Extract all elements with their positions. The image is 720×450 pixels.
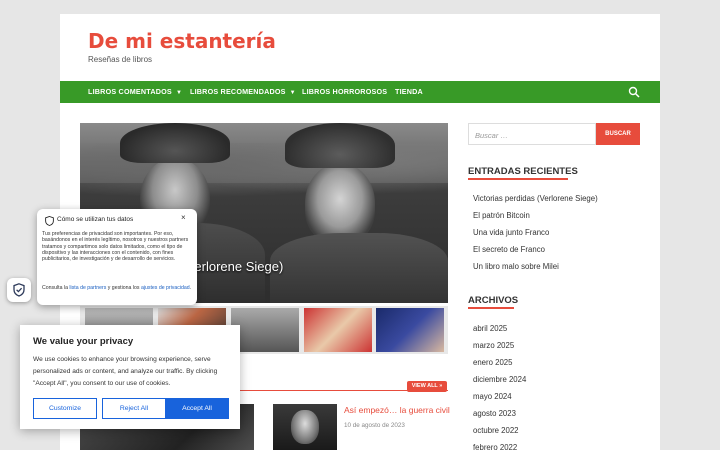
accept-all-button[interactable]: Accept All — [165, 398, 229, 419]
chevron-down-icon: ▼ — [175, 90, 183, 96]
nav-item-libros-horrorosos[interactable]: LIBROS HORROROSOS — [302, 81, 387, 103]
privacy-info-popup: Cómo se utilizan tus datos × Tus prefere… — [37, 209, 197, 305]
sidebar-search-input[interactable]: Buscar … — [468, 123, 596, 145]
privacy-popup-body: Tus preferencias de privacidad son impor… — [42, 231, 189, 263]
archive-item[interactable]: abril 2025 — [473, 320, 526, 337]
hero-uniform-right — [270, 233, 448, 303]
privacy-popup-consult: Consulta la lista de partners y gestiona… — [42, 285, 192, 291]
site-description: Reseñas de libros — [88, 55, 153, 64]
thumbnail-3[interactable] — [231, 308, 299, 352]
recent-post-item[interactable]: Una vida junto Franco — [473, 224, 598, 241]
archive-item[interactable]: marzo 2025 — [473, 337, 526, 354]
nav-item-label: LIBROS COMENTADOS — [88, 87, 172, 96]
archive-item[interactable]: enero 2025 — [473, 354, 526, 371]
post-date: 10 de agosto de 2023 — [344, 422, 405, 429]
recent-post-item[interactable]: Victorias perdidas (Verlorene Siege) — [473, 190, 598, 207]
shield-icon — [45, 216, 54, 226]
consult-text: Consulta la — [42, 285, 70, 291]
thumbnail-4[interactable] — [304, 308, 372, 352]
privacy-settings-link[interactable]: ajustes de privacidad — [141, 285, 190, 291]
archives-list: abril 2025 marzo 2025 enero 2025 diciemb… — [473, 320, 526, 450]
recent-posts-list: Victorias perdidas (Verlorene Siege) El … — [473, 190, 598, 275]
recent-posts-title: ENTRADAS RECIENTES — [468, 166, 578, 177]
main-navigation: LIBROS COMENTADOS ▼ LIBROS RECOMENDADOS ▼ … — [60, 81, 660, 103]
customize-button[interactable]: Customize — [33, 398, 97, 419]
reject-all-button[interactable]: Reject All — [102, 398, 166, 419]
archives-underline — [468, 307, 514, 309]
archive-item[interactable]: octubre 2022 — [473, 422, 526, 439]
post-image-thumb[interactable] — [273, 404, 337, 450]
nav-item-label: LIBROS HORROROSOS — [302, 87, 388, 96]
archive-item[interactable]: mayo 2024 — [473, 388, 526, 405]
consult-text: . — [189, 285, 192, 291]
partners-list-link[interactable]: lista de partners — [69, 285, 106, 291]
post-title[interactable]: Así empezó… la guerra civil — [344, 405, 450, 415]
post-image-portrait — [291, 410, 319, 444]
close-icon[interactable]: × — [181, 213, 186, 222]
archive-item[interactable]: febrero 2022 — [473, 439, 526, 450]
shield-check-icon — [13, 283, 25, 297]
hero-figure-right — [305, 163, 375, 243]
nav-item-libros-recomendados[interactable]: LIBROS RECOMENDADOS ▼ — [190, 81, 296, 103]
cookie-banner-title: We value your privacy — [33, 336, 134, 347]
thumbnail-5[interactable] — [376, 308, 444, 352]
sidebar-search-button[interactable]: BUSCAR — [596, 123, 640, 145]
privacy-settings-button[interactable] — [7, 278, 31, 302]
hero-cap-left — [120, 123, 230, 163]
cookie-banner-text: We use cookies to enhance your browsing … — [33, 356, 218, 388]
archive-item[interactable]: agosto 2023 — [473, 405, 526, 422]
hero-cap-right — [285, 123, 395, 168]
search-icon[interactable] — [628, 86, 640, 98]
recent-post-item[interactable]: Un libro malo sobre Milei — [473, 258, 598, 275]
privacy-popup-title: Cómo se utilizan tus datos — [57, 216, 134, 223]
site-title[interactable]: De mi estantería — [88, 29, 276, 53]
recent-post-item[interactable]: El patrón Bitcoin — [473, 207, 598, 224]
recent-posts-underline — [468, 178, 568, 180]
nav-item-label: TIENDA — [395, 87, 423, 96]
consult-text: y gestiona los — [106, 285, 141, 291]
nav-item-label: LIBROS RECOMENDADOS — [190, 87, 286, 96]
chevron-down-icon: ▼ — [289, 90, 296, 96]
recent-post-item[interactable]: El secreto de Franco — [473, 241, 598, 258]
cookie-consent-banner: We value your privacy We use cookies to … — [20, 325, 240, 429]
nav-item-libros-comentados[interactable]: LIBROS COMENTADOS ▼ — [88, 81, 182, 103]
archive-item[interactable]: diciembre 2024 — [473, 371, 526, 388]
archives-title: ARCHIVOS — [468, 295, 519, 306]
nav-item-tienda[interactable]: TIENDA — [395, 81, 423, 103]
view-all-button[interactable]: VIEW ALL » — [407, 381, 447, 392]
